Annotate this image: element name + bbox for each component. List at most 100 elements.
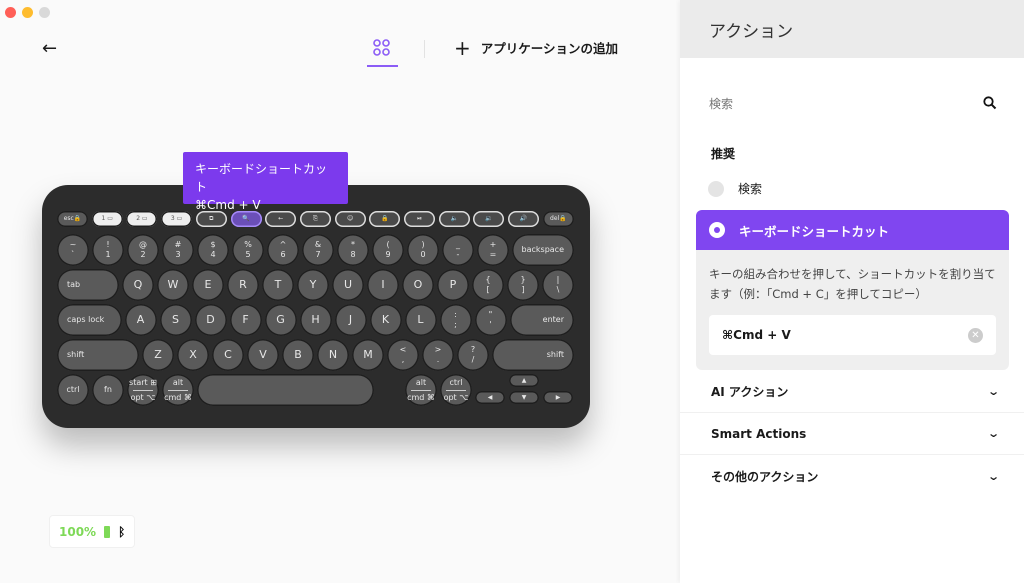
key[interactable]: {[ <box>472 269 504 301</box>
key[interactable]: E <box>192 269 224 301</box>
function-key[interactable]: ⏯ <box>404 211 436 227</box>
function-key[interactable]: esc🔒 <box>57 211 88 227</box>
key[interactable]: >. <box>422 339 454 371</box>
key[interactable]: enter <box>509 304 574 336</box>
clear-icon[interactable]: ✕ <box>968 327 983 343</box>
key[interactable]: F <box>229 304 262 336</box>
key[interactable]: K <box>369 304 402 336</box>
arrow-right-key[interactable]: ▶ <box>543 391 573 404</box>
key[interactable]: Y <box>297 269 329 301</box>
key[interactable]: (9 <box>372 234 404 266</box>
arrow-up-key[interactable]: ▲ <box>509 374 539 387</box>
arrow-down-key[interactable]: ▼ <box>509 391 539 404</box>
key[interactable]: alt cmd ⌘ <box>162 374 194 406</box>
window-zoom-button[interactable] <box>39 7 50 18</box>
function-key[interactable]: 🔈 <box>438 211 470 227</box>
key[interactable]: O <box>402 269 434 301</box>
divider <box>424 40 425 58</box>
key[interactable]: D <box>194 304 227 336</box>
key[interactable]: M <box>352 339 384 371</box>
key[interactable]: | \ <box>542 269 574 301</box>
key[interactable]: fn <box>92 374 124 406</box>
key[interactable]: V <box>247 339 279 371</box>
function-key[interactable]: 1 ▭ <box>91 211 123 227</box>
key[interactable]: R <box>227 269 259 301</box>
key[interactable]: U <box>332 269 364 301</box>
key[interactable]: #3 <box>162 234 194 266</box>
key[interactable]: ~ ` <box>57 234 89 266</box>
function-key[interactable]: 2 ▭ <box>126 211 158 227</box>
key[interactable]: shift <box>492 339 574 371</box>
key[interactable]: ctrl <box>57 374 89 406</box>
key[interactable]: * 8 <box>337 234 369 266</box>
key[interactable]: shift <box>57 339 139 371</box>
section-ai-actions[interactable]: AI アクション ⌄ <box>680 371 1024 413</box>
shortcut-description: キーの組み合わせを押して、ショートカットを割り当てます（例：「Cmd + C」を… <box>709 267 996 301</box>
key-label: P <box>449 278 457 291</box>
key[interactable]: <, <box>387 339 419 371</box>
arrow-left-key[interactable]: ◀ <box>475 391 505 404</box>
key[interactable]: ? / <box>457 339 489 371</box>
key[interactable]: Q <box>122 269 154 301</box>
keyboard-shortcut-option[interactable]: キーボードショートカット <box>696 210 1009 250</box>
key[interactable]: C <box>212 339 244 371</box>
search-icon[interactable] <box>983 96 997 110</box>
spacebar[interactable] <box>197 374 374 406</box>
key[interactable]: _ - <box>442 234 474 266</box>
action-search-input[interactable] <box>709 93 1005 115</box>
key[interactable]: ^ 6 <box>267 234 299 266</box>
key[interactable]: T <box>262 269 294 301</box>
key[interactable]: tab <box>57 269 119 301</box>
function-key[interactable]: 3 ▭ <box>161 211 193 227</box>
key[interactable]: :; <box>439 304 472 336</box>
key[interactable]: caps lock <box>57 304 122 336</box>
key[interactable]: S <box>159 304 192 336</box>
key[interactable]: @2 <box>127 234 159 266</box>
key[interactable]: J <box>334 304 367 336</box>
key[interactable]: N <box>317 339 349 371</box>
key-label: shift <box>67 350 85 359</box>
key-sublabel: ; <box>454 320 457 329</box>
key[interactable]: % 5 <box>232 234 264 266</box>
key[interactable]: & 7 <box>302 234 334 266</box>
key[interactable]: Z <box>142 339 174 371</box>
key[interactable]: X <box>177 339 209 371</box>
key[interactable]: }] <box>507 269 539 301</box>
key-label: + <box>489 240 497 249</box>
window-close-button[interactable] <box>5 7 16 18</box>
key[interactable]: start ⊞ opt ⌥ <box>127 374 159 406</box>
key[interactable]: P <box>437 269 469 301</box>
key[interactable]: G <box>264 304 297 336</box>
key[interactable]: alt cmd ⌘ <box>405 374 437 406</box>
key-sublabel: ] <box>521 285 525 294</box>
recommended-heading: 推奨 <box>711 147 736 161</box>
add-application-label: アプリケーションの追加 <box>480 41 619 56</box>
key[interactable]: " ' <box>474 304 507 336</box>
key[interactable]: backspace <box>512 234 574 266</box>
add-application-button[interactable]: + アプリケーションの追加 <box>454 38 619 58</box>
key[interactable]: + = <box>477 234 509 266</box>
window-minimize-button[interactable] <box>22 7 33 18</box>
key[interactable]: L <box>404 304 437 336</box>
section-other-actions[interactable]: その他のアクション ⌄ <box>680 455 1024 497</box>
key[interactable]: W <box>157 269 189 301</box>
shortcut-input[interactable]: ⌘Cmd + V ✕ <box>709 315 996 355</box>
key[interactable]: B <box>282 339 314 371</box>
key[interactable]: I <box>367 269 399 301</box>
function-key[interactable]: 🔉 <box>473 211 505 227</box>
key[interactable]: ) 0 <box>407 234 439 266</box>
key[interactable]: ctrl opt ⌥ <box>440 374 472 406</box>
function-key[interactable]: ☺ <box>334 211 366 227</box>
section-smart-actions[interactable]: Smart Actions ⌄ <box>680 413 1024 455</box>
key[interactable]: H <box>299 304 332 336</box>
key[interactable]: A <box>124 304 157 336</box>
back-arrow-icon[interactable]: ← <box>42 38 57 59</box>
device-buttons-tab-icon[interactable] <box>372 38 392 58</box>
key[interactable]: ! 1 <box>92 234 124 266</box>
bluetooth-icon: ᛒ <box>118 524 126 539</box>
action-option-search[interactable]: 検索 <box>708 180 762 197</box>
function-key[interactable]: del🔒 <box>542 211 574 227</box>
function-key[interactable]: 🔒 <box>369 211 401 227</box>
key[interactable]: $4 <box>197 234 229 266</box>
function-key[interactable]: 🔊 <box>508 211 540 227</box>
